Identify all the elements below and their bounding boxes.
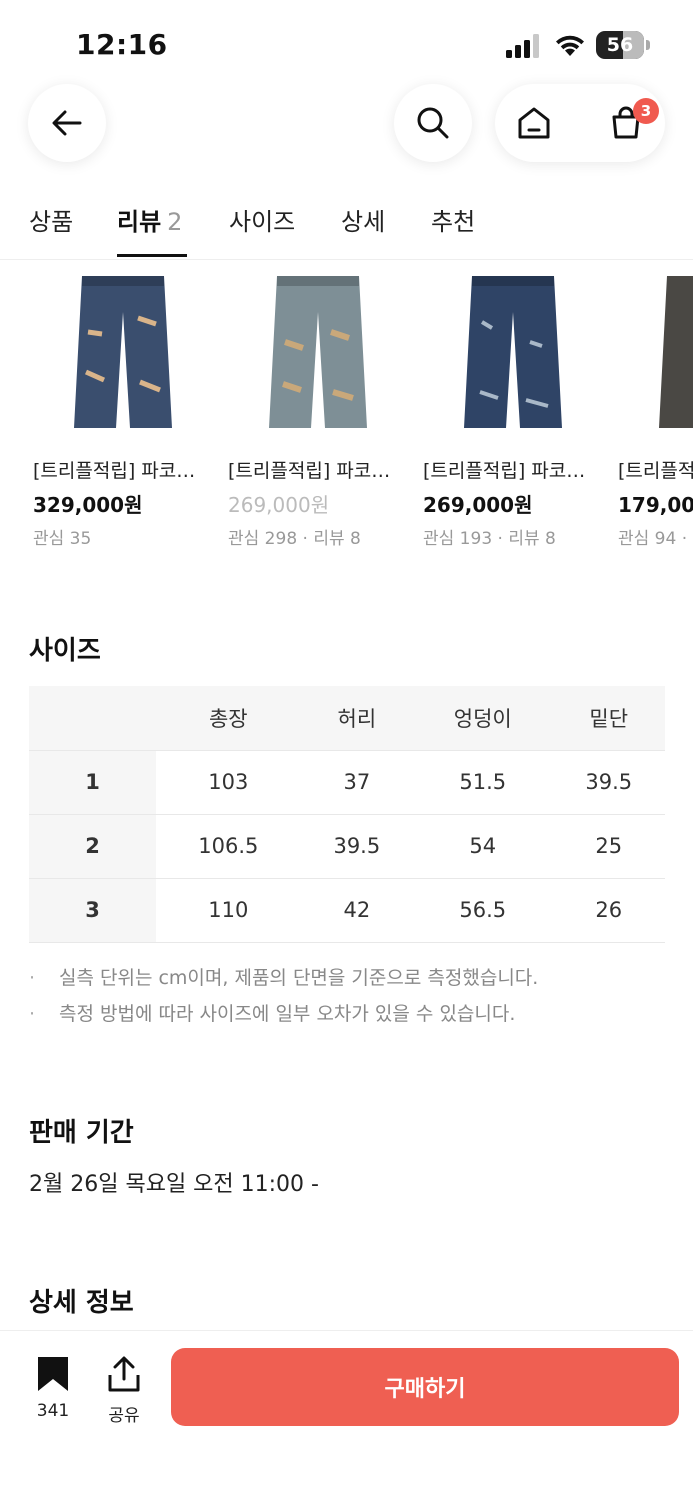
size-cell: 56.5 — [413, 878, 553, 943]
cart-button[interactable]: 3 — [587, 84, 665, 162]
share-label: 공유 — [108, 1406, 140, 1426]
jeans-image-icon — [74, 276, 172, 428]
size-label: 2 — [29, 814, 156, 879]
product-name: [트리플적립] 파코… — [33, 460, 196, 482]
product-image — [228, 262, 408, 442]
search-button[interactable] — [394, 84, 472, 162]
size-cell: 54 — [413, 814, 553, 879]
product-name: [트리플적립] 파코… — [618, 460, 693, 482]
product-image — [33, 262, 213, 442]
product-image — [423, 262, 603, 442]
size-cell: 26 — [552, 878, 665, 943]
size-cell: 42 — [300, 878, 414, 943]
size-header-length: 총장 — [156, 686, 301, 751]
size-section-title: 사이즈 — [29, 636, 101, 666]
size-label: 3 — [29, 878, 156, 943]
back-button[interactable] — [28, 84, 106, 162]
sale-period-value: 2월 26일 목요일 오전 11:00 - — [29, 1172, 319, 1197]
home-button[interactable] — [495, 84, 573, 162]
section-tabs: 상품 리뷰 2 사이즈 상세 추천 — [0, 190, 693, 260]
size-cell: 39.5 — [300, 814, 414, 879]
jeans-image-icon — [659, 276, 693, 428]
size-header-hem: 밑단 — [552, 686, 665, 751]
product-meta: 관심 193 · 리뷰 8 — [423, 529, 556, 549]
cellular-signal-icon — [506, 34, 539, 58]
sale-period-title: 판매 기간 — [29, 1118, 134, 1148]
home-cart-group: 3 — [495, 84, 665, 162]
product-price: 269,000원 — [423, 493, 533, 517]
status-time: 12:16 — [76, 28, 168, 61]
size-cell: 110 — [156, 878, 301, 943]
size-cell: 25 — [552, 814, 665, 879]
product-card[interactable]: [트리플적립] 파코… 269,000원 관심 298 · 리뷰 8 — [228, 262, 408, 549]
product-name: [트리플적립] 파코… — [228, 460, 391, 482]
bookmark-button[interactable]: 341 — [23, 1355, 83, 1421]
status-bar: 12:16 56 — [0, 0, 693, 80]
jeans-image-icon — [269, 276, 367, 428]
product-meta: 관심 94 · 리뷰 — [618, 529, 693, 549]
size-table-header: 총장 허리 엉덩이 밑단 — [29, 686, 665, 751]
search-icon — [417, 107, 449, 139]
cart-count-badge: 3 — [633, 98, 659, 124]
tab-review[interactable]: 리뷰 2 — [117, 202, 182, 258]
table-row: 1 103 37 51.5 39.5 — [29, 750, 665, 815]
review-count: 2 — [167, 208, 183, 236]
product-meta: 관심 298 · 리뷰 8 — [228, 529, 361, 549]
tab-detail[interactable]: 상세 — [341, 202, 385, 258]
product-meta: 관심 35 — [33, 529, 92, 549]
tab-recommend[interactable]: 추천 — [431, 202, 475, 258]
product-price: 269,000원 — [228, 493, 330, 517]
size-note: 실측 단위는 cm이며, 제품의 단면을 기준으로 측정했습니다. — [29, 960, 669, 996]
tab-size[interactable]: 사이즈 — [229, 202, 295, 258]
back-arrow-icon — [52, 110, 82, 136]
share-button[interactable]: 공유 — [94, 1355, 154, 1426]
size-header-waist: 허리 — [300, 686, 414, 751]
product-image — [618, 262, 693, 442]
table-row: 3 110 42 56.5 26 — [29, 878, 665, 943]
product-price: 329,000원 — [33, 493, 143, 517]
size-cell: 51.5 — [413, 750, 553, 815]
size-header-hip: 엉덩이 — [413, 686, 553, 751]
product-price: 179,000원 — [618, 493, 693, 517]
product-card[interactable]: [트리플적립] 파코… 329,000원 관심 35 — [33, 262, 213, 549]
battery-icon: 56 — [596, 31, 650, 59]
product-card[interactable]: [트리플적립] 파코… 179,000원 관심 94 · 리뷰 — [618, 262, 693, 549]
product-card[interactable]: [트리플적립] 파코… 269,000원 관심 193 · 리뷰 8 — [423, 262, 603, 549]
tab-product[interactable]: 상품 — [29, 202, 73, 258]
share-icon — [108, 1356, 140, 1392]
size-notes: 실측 단위는 cm이며, 제품의 단면을 기준으로 측정했습니다. 측정 방법에… — [29, 960, 669, 1032]
size-cell: 106.5 — [156, 814, 301, 879]
bookmark-count: 341 — [36, 1401, 70, 1421]
buy-button[interactable]: 구매하기 — [171, 1348, 679, 1426]
detail-info-title: 상세 정보 — [29, 1288, 134, 1318]
bottom-action-bar: 341 공유 구매하기 — [0, 1330, 693, 1500]
size-note: 측정 방법에 따라 사이즈에 일부 오차가 있을 수 있습니다. — [29, 996, 669, 1032]
home-icon — [518, 107, 550, 139]
battery-level: 56 — [606, 34, 634, 56]
recommended-products: [트리플적립] 파코… 329,000원 관심 35 [트리플적립] 파코… 2… — [0, 262, 693, 552]
jeans-image-icon — [464, 276, 562, 428]
size-label: 1 — [29, 750, 156, 815]
active-tab-indicator — [117, 254, 187, 257]
size-cell: 37 — [300, 750, 414, 815]
product-name: [트리플적립] 파코… — [423, 460, 586, 482]
size-header-empty — [29, 686, 156, 751]
table-row: 2 106.5 39.5 54 25 — [29, 814, 665, 879]
wifi-icon — [556, 35, 584, 56]
size-cell: 103 — [156, 750, 301, 815]
size-table: 총장 허리 엉덩이 밑단 1 103 37 51.5 39.5 2 106.5 … — [29, 686, 665, 943]
bookmark-icon — [38, 1357, 68, 1391]
size-cell: 39.5 — [552, 750, 665, 815]
